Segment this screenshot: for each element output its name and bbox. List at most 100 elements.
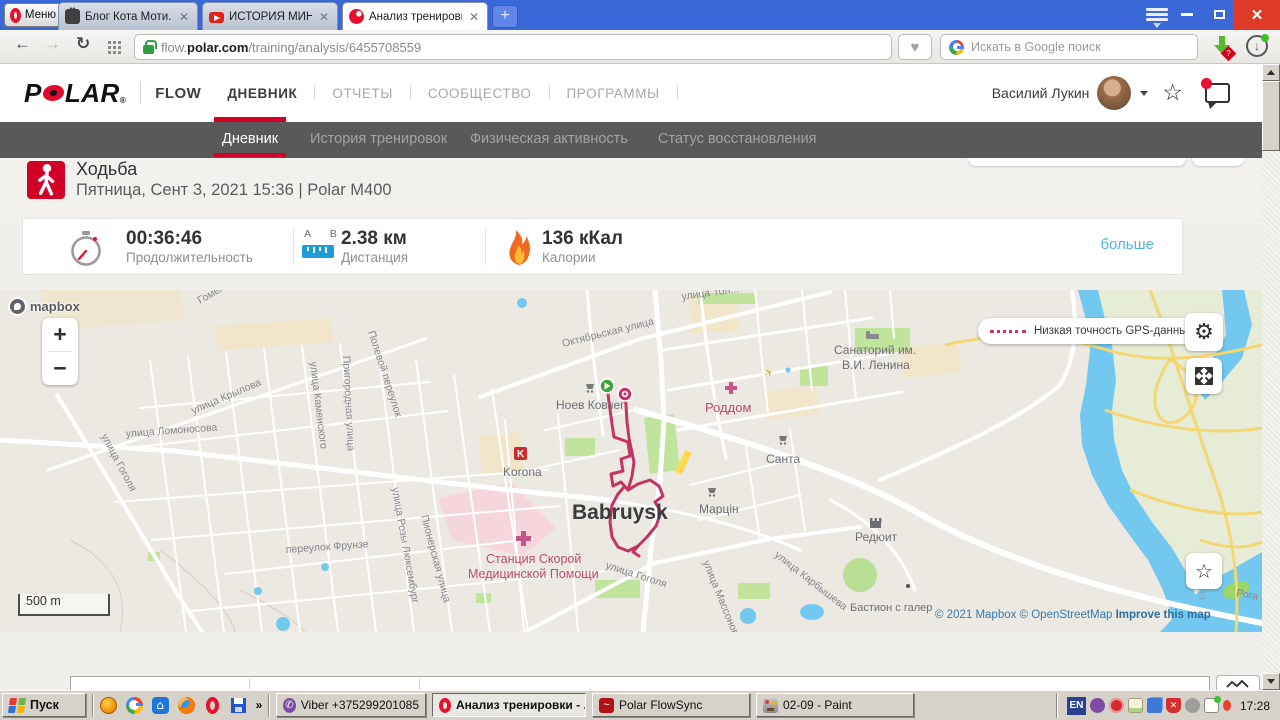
google-search-input[interactable]: Искать в Google поиск: [940, 34, 1198, 60]
map-settings-button[interactable]: ⚙: [1185, 313, 1223, 351]
viber-tray-icon[interactable]: [1089, 698, 1105, 713]
close-button[interactable]: ✕: [1234, 0, 1280, 30]
map-label: Санаторий им.: [834, 343, 916, 357]
windows-logo-icon: [7, 697, 27, 713]
new-tab-button[interactable]: +: [492, 5, 518, 28]
tab-close-icon[interactable]: ✕: [317, 10, 331, 24]
opera-tray-icon[interactable]: [1222, 700, 1231, 711]
opera-menu-button[interactable]: Меню: [4, 3, 62, 27]
subnav-physical-activity[interactable]: Физическая активность: [470, 131, 628, 147]
map-attribution: © 2021 Mapbox © OpenStreetMap Improve th…: [935, 609, 1211, 621]
quicklaunch-save-icon[interactable]: [228, 695, 248, 715]
reload-icon[interactable]: ↻: [76, 34, 90, 54]
back-icon[interactable]: ←: [14, 34, 31, 54]
fullscreen-button[interactable]: [1186, 358, 1222, 394]
user-name[interactable]: Василий Лукин: [992, 85, 1090, 101]
header-divider: [140, 82, 142, 104]
map-label: Медицинской Помощи: [468, 567, 599, 581]
scroll-up-button[interactable]: [1262, 64, 1280, 81]
walking-sport-icon: [27, 161, 65, 199]
nav-community[interactable]: СООБЩЕСТВО: [424, 86, 536, 101]
bookmark-heart-button[interactable]: ♥: [898, 34, 932, 60]
url-bar[interactable]: flow.polar.com/training/analysis/6455708…: [134, 34, 892, 60]
flame-icon: [509, 230, 530, 265]
notifications-icon[interactable]: [1201, 78, 1230, 109]
star-icon: ☆: [1195, 559, 1213, 583]
map-label: Редюит: [855, 530, 898, 544]
download-icon[interactable]: ?: [1212, 36, 1237, 62]
flow-label: FLOW: [155, 84, 202, 102]
subnav-training-history[interactable]: История тренировок: [310, 131, 447, 147]
zoom-in-button[interactable]: +: [42, 318, 78, 351]
antivirus-tray-icon[interactable]: [1108, 698, 1124, 713]
youtube-favicon-icon: [209, 12, 224, 23]
more-link[interactable]: больше: [1100, 236, 1154, 253]
favorite-route-button[interactable]: ☆: [1186, 553, 1222, 589]
forward-icon[interactable]: →: [44, 34, 61, 54]
next-section-peek: [70, 676, 1210, 691]
language-indicator[interactable]: EN: [1066, 696, 1086, 715]
maximize-button[interactable]: [1204, 0, 1234, 28]
quicklaunch-dcpp-icon[interactable]: [98, 695, 118, 715]
start-button[interactable]: Пуск: [2, 693, 86, 717]
mapbox-logo-icon: [8, 297, 27, 316]
scroll-down-button[interactable]: [1262, 673, 1280, 690]
quicklaunch-firefox-icon[interactable]: [176, 695, 196, 715]
network-tray-icon[interactable]: [1146, 698, 1162, 713]
quicklaunch-opera-icon[interactable]: [202, 695, 222, 715]
taskbar-viber-button[interactable]: ✆ Viber +375299201085: [276, 693, 426, 717]
tab-polar-active[interactable]: Анализ тренировки - Polar F ✕: [342, 2, 488, 30]
nav-programs[interactable]: ПРОГРАММЫ: [563, 86, 664, 101]
taskbar-opera-analysis-button[interactable]: Анализ тренировки - ...: [432, 693, 586, 717]
browser-titlebar: Меню Блог Кота Моти. ✕ ИСТОРИЯ МИН ЛАНЬ-…: [0, 0, 1280, 30]
active-subnav-underline: [214, 153, 286, 157]
taskbar-flowsync-button[interactable]: ~ Polar FlowSync: [592, 693, 750, 717]
tab-close-icon[interactable]: ✕: [177, 10, 191, 24]
taskbar-paint-button[interactable]: 02-09 - Paint: [756, 693, 914, 717]
subnav-recovery-status[interactable]: Статус восстановления: [658, 131, 816, 147]
improve-map-link[interactable]: Improve this map: [1116, 609, 1211, 621]
notes-tray-icon[interactable]: [1127, 698, 1143, 713]
tab-close-icon[interactable]: ✕: [467, 10, 481, 24]
favorites-star-icon[interactable]: ☆: [1162, 80, 1183, 106]
heart-icon: ♥: [910, 38, 920, 56]
minimize-button[interactable]: [1172, 0, 1202, 28]
menu-button-label: Меню: [24, 9, 56, 21]
avatar[interactable]: [1097, 76, 1132, 110]
scrollbar-thumb[interactable]: [1262, 81, 1280, 151]
security-alert-tray-icon[interactable]: ✕: [1165, 698, 1181, 713]
polar-logo[interactable]: P LAR ®: [24, 78, 126, 109]
nav-reports[interactable]: ОТЧЕТЫ: [328, 86, 397, 101]
system-tray: EN ✕ 17:28: [1055, 693, 1278, 718]
nav-diary[interactable]: ДНЕВНИК: [223, 86, 301, 101]
map-label: Ноев Ковчег: [556, 398, 625, 412]
tab-list-icon[interactable]: [1146, 8, 1168, 28]
legend-text: Низкая точность GPS-данных: [1034, 325, 1194, 337]
zoom-out-button[interactable]: −: [42, 352, 78, 385]
route-map[interactable]: K ✈ Гомель...Октябрьская улицаулица Тол.…: [0, 290, 1262, 632]
mapbox-logo[interactable]: mapbox: [8, 297, 80, 316]
quicklaunch-chrome-icon[interactable]: [124, 695, 144, 715]
chart-peek: [1216, 675, 1260, 690]
taskbar-clock: 17:28: [1239, 698, 1270, 713]
map-label: Бастион с галер: [850, 602, 932, 614]
quicklaunch-overflow[interactable]: »: [252, 695, 266, 715]
calories-value: 136 кКал: [542, 228, 623, 249]
update-dot: [1261, 34, 1269, 42]
speed-dial-icon[interactable]: [108, 41, 121, 54]
mail-tray-icon[interactable]: [1203, 696, 1221, 713]
subnav-diary[interactable]: Дневник: [222, 131, 278, 147]
update-icon[interactable]: ↓: [1246, 34, 1269, 57]
gear-icon: ⚙: [1194, 319, 1214, 345]
device-tray-icon[interactable]: [1184, 698, 1200, 713]
map-zoom-control: + −: [42, 318, 78, 385]
vertical-scrollbar[interactable]: [1262, 64, 1280, 690]
paint-icon: [763, 697, 778, 713]
gps-accuracy-legend: Низкая точность GPS-данных: [978, 318, 1206, 344]
tab-youtube[interactable]: ИСТОРИЯ МИН ЛАНЬ-12 сер ✕: [202, 2, 338, 30]
tab-blog[interactable]: Блог Кота Моти. ✕: [58, 2, 198, 30]
chevron-down-icon[interactable]: [1140, 90, 1149, 96]
opera-logo-icon: [10, 7, 21, 23]
quicklaunch-app-icon[interactable]: ⌂: [150, 695, 170, 715]
map-label: Марцін: [699, 502, 739, 516]
